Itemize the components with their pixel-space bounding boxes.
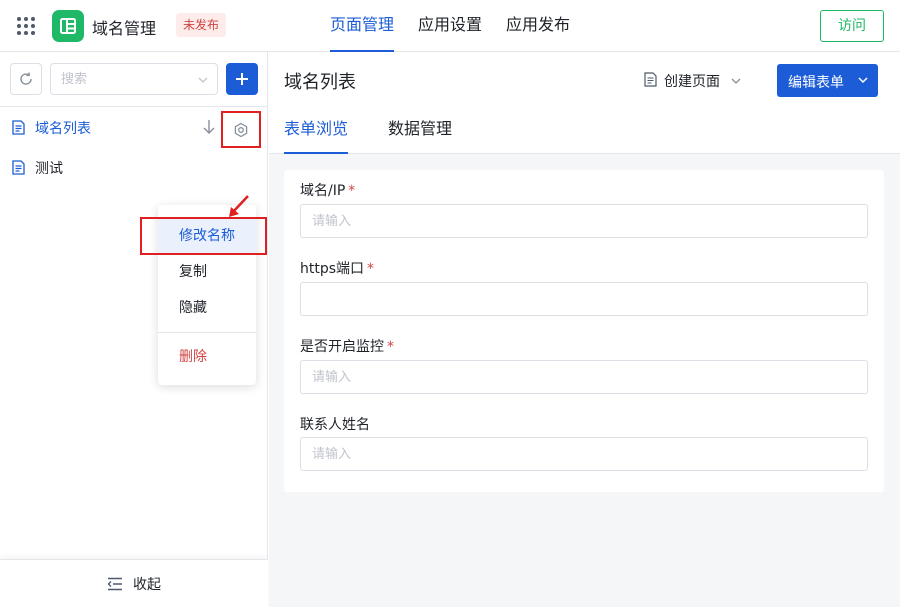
edit-form-label: 编辑表单 bbox=[788, 75, 844, 91]
sidebar-item-domain-list[interactable]: 域名列表 bbox=[0, 107, 268, 148]
sidebar-item-label: 域名列表 bbox=[35, 121, 91, 137]
chevron-down-icon bbox=[731, 78, 741, 84]
annotation-arrow-icon bbox=[229, 195, 249, 217]
chevron-down-icon bbox=[858, 77, 868, 84]
field-label-monitoring: 是否开启监控 * bbox=[300, 339, 394, 355]
tab-page-management[interactable]: 页面管理 bbox=[330, 0, 395, 52]
top-bar: 域名管理 未发布 页面管理 应用设置 应用发布 访问 bbox=[0, 0, 900, 52]
menu-item-hide[interactable]: 隐藏 bbox=[158, 291, 256, 325]
tab-form-browse[interactable]: 表单浏览 bbox=[284, 106, 349, 154]
main-header: 域名列表 创建页面 编辑表单 表单浏览 数据管理 bbox=[269, 52, 900, 154]
monitoring-input[interactable] bbox=[312, 361, 852, 393]
document-icon bbox=[644, 72, 657, 87]
required-mark: * bbox=[348, 183, 356, 199]
contact-name-field[interactable] bbox=[300, 437, 868, 471]
sidebar: 域名列表 测试 修改名称 复制 隐藏 删除 收起 bbox=[0, 52, 268, 607]
menu-item-copy[interactable]: 复制 bbox=[158, 255, 256, 289]
refresh-icon bbox=[20, 72, 32, 85]
field-label-https-port: https端口 * bbox=[300, 261, 375, 277]
collapse-menu-icon bbox=[107, 577, 122, 590]
tab-app-settings[interactable]: 应用设置 bbox=[418, 0, 482, 52]
domain-ip-input[interactable] bbox=[312, 205, 852, 237]
menu-item-delete[interactable]: 删除 bbox=[158, 340, 256, 374]
main-content: 域名列表 创建页面 编辑表单 表单浏览 数据管理 域名/IP* https端口*… bbox=[269, 52, 900, 607]
https-port-input[interactable] bbox=[312, 283, 852, 315]
page-title: 域名列表 bbox=[284, 72, 356, 93]
chevron-down-icon bbox=[198, 77, 208, 83]
visit-button[interactable]: 访问 bbox=[820, 10, 884, 42]
document-icon bbox=[12, 160, 25, 175]
search-input[interactable] bbox=[61, 64, 191, 94]
page-context-menu: 修改名称 复制 隐藏 删除 bbox=[158, 205, 256, 385]
create-page-label: 创建页面 bbox=[664, 74, 720, 90]
add-page-button[interactable] bbox=[226, 63, 258, 95]
tab-app-publish[interactable]: 应用发布 bbox=[506, 0, 570, 52]
document-icon bbox=[12, 120, 25, 135]
app-grid-icon[interactable] bbox=[17, 17, 35, 35]
top-nav-tabs: 页面管理 应用设置 应用发布 bbox=[330, 0, 594, 52]
domain-ip-field[interactable] bbox=[300, 204, 868, 238]
collapse-label: 收起 bbox=[133, 576, 161, 593]
search-field[interactable] bbox=[50, 63, 218, 95]
monitoring-field[interactable] bbox=[300, 360, 868, 394]
sort-down-icon[interactable] bbox=[202, 118, 216, 136]
app-logo-icon bbox=[52, 10, 84, 42]
menu-item-rename[interactable]: 修改名称 bbox=[158, 219, 256, 253]
https-port-field[interactable] bbox=[300, 282, 868, 316]
form-card: 域名/IP* https端口* 是否开启监控* 联系人姓名 bbox=[284, 170, 884, 492]
view-tabs: 表单浏览 数据管理 bbox=[284, 106, 492, 154]
required-mark: * bbox=[387, 339, 394, 355]
field-label-domain-ip: 域名/IP * bbox=[300, 183, 356, 199]
sidebar-item-label: 测试 bbox=[35, 161, 63, 177]
page-settings-button[interactable] bbox=[221, 111, 261, 148]
status-badge: 未发布 bbox=[176, 13, 227, 37]
sidebar-item-test[interactable]: 测试 bbox=[0, 147, 268, 187]
contact-name-input[interactable] bbox=[312, 438, 852, 470]
gear-icon bbox=[234, 122, 248, 137]
field-label-contact-name: 联系人姓名 bbox=[300, 417, 370, 433]
refresh-button[interactable] bbox=[10, 63, 42, 95]
menu-divider bbox=[158, 332, 256, 333]
tab-data-management[interactable]: 数据管理 bbox=[388, 106, 452, 154]
collapse-sidebar-button[interactable]: 收起 bbox=[0, 559, 268, 607]
plus-icon bbox=[236, 73, 248, 85]
required-mark: * bbox=[367, 261, 375, 277]
app-name: 域名管理 bbox=[92, 19, 157, 38]
edit-form-button[interactable]: 编辑表单 bbox=[777, 64, 878, 97]
sidebar-toolbar bbox=[0, 52, 268, 107]
